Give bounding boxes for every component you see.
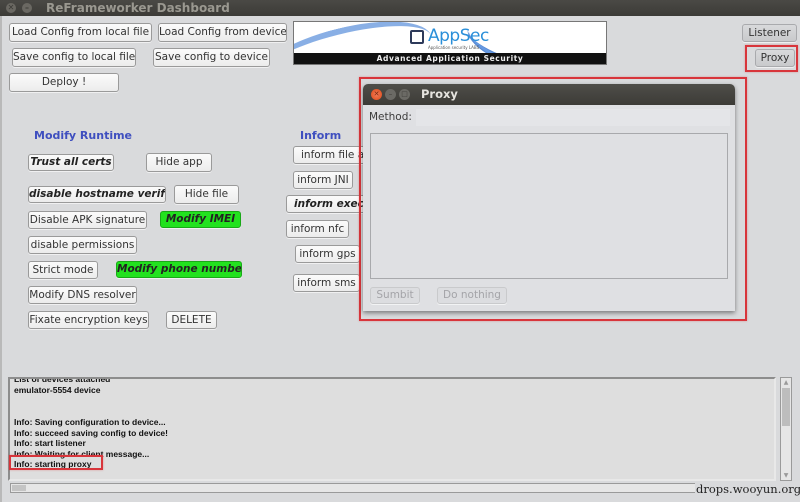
- console-line: List of devices attached: [14, 377, 111, 384]
- console-horizontal-scrollbar[interactable]: [10, 483, 776, 493]
- maximize-icon[interactable]: □: [399, 89, 410, 100]
- deploy-button[interactable]: Deploy !: [9, 73, 119, 92]
- watermark: drops.wooyun.org: [695, 482, 800, 496]
- proxy-dialog-title: Proxy: [421, 87, 458, 101]
- scroll-down-icon[interactable]: ▼: [781, 471, 791, 480]
- close-icon[interactable]: ✕: [371, 89, 382, 100]
- save-config-local-button[interactable]: Save config to local file: [12, 48, 136, 67]
- do-nothing-button[interactable]: Do nothing: [437, 287, 507, 304]
- load-config-local-button[interactable]: Load Config from local file: [9, 23, 152, 42]
- close-icon[interactable]: ✕: [6, 3, 16, 13]
- modify-dns-resolver-button[interactable]: Modify DNS resolver: [28, 286, 137, 304]
- console-line: Info: start listener: [14, 438, 86, 448]
- disable-hostname-verify-button[interactable]: disable hostname verify: [28, 186, 166, 203]
- proxy-dialog: ✕ – □ Proxy Method: Sumbit Do nothing: [363, 84, 735, 311]
- modify-phone-number-button[interactable]: Modify phone number: [116, 261, 242, 278]
- console-line: emulator-5554 device: [14, 385, 101, 395]
- method-input[interactable]: [416, 109, 730, 126]
- window-left-border: [0, 16, 2, 502]
- console-vertical-scrollbar[interactable]: ▲ ▼: [780, 377, 792, 481]
- scrollbar-thumb[interactable]: [782, 388, 790, 426]
- starting-proxy-highlight: [9, 455, 103, 470]
- appsec-banner: AppSec Application security LABS Advance…: [293, 21, 607, 65]
- disable-apk-signature-button[interactable]: Disable APK signature: [28, 211, 147, 229]
- window-title: ReFrameworker Dashboard: [46, 1, 230, 15]
- appsec-logo-text: AppSec: [428, 26, 489, 46]
- hide-file-button[interactable]: Hide file: [174, 185, 239, 204]
- inform-sms-button[interactable]: inform sms: [293, 274, 360, 292]
- hide-app-button[interactable]: Hide app: [146, 153, 212, 172]
- scrollbar-thumb[interactable]: [12, 485, 26, 491]
- delete-button[interactable]: DELETE: [166, 311, 217, 329]
- inform-gps-button[interactable]: inform gps: [295, 245, 360, 263]
- appsec-logo-icon: [410, 30, 424, 44]
- save-config-device-button[interactable]: Save config to device: [153, 48, 270, 67]
- modify-imei-button[interactable]: Modify IMEI: [160, 211, 241, 228]
- scroll-up-icon[interactable]: ▲: [781, 378, 791, 387]
- console-line: Info: Saving configuration to device...: [14, 417, 166, 427]
- inform-heading: Inform: [300, 129, 342, 142]
- method-label: Method:: [369, 111, 412, 123]
- minimize-icon[interactable]: –: [385, 89, 396, 100]
- submit-button[interactable]: Sumbit: [370, 287, 420, 304]
- load-config-device-button[interactable]: Load Config from device: [158, 23, 287, 42]
- banner-tagline: Advanced Application Security: [294, 53, 606, 64]
- proxy-button[interactable]: Proxy: [755, 49, 795, 67]
- appsec-logo-subtitle: Application security LABS: [428, 45, 480, 50]
- strict-mode-button[interactable]: Strict mode: [28, 261, 98, 279]
- fixate-encryption-keys-button[interactable]: Fixate encryption keys: [28, 311, 149, 329]
- inform-nfc-button[interactable]: inform nfc: [286, 220, 349, 238]
- window-titlebar: ✕ – ReFrameworker Dashboard: [0, 0, 800, 16]
- modify-runtime-heading: Modify Runtime: [34, 129, 133, 142]
- disable-permissions-button[interactable]: disable permissions: [28, 236, 137, 254]
- listener-button[interactable]: Listener: [742, 24, 797, 42]
- minimize-icon[interactable]: –: [22, 3, 32, 13]
- trust-all-certs-button[interactable]: Trust all certs: [28, 154, 114, 171]
- inform-jni-button[interactable]: inform JNI: [293, 171, 353, 189]
- console-log[interactable]: List of devices attached emulator-5554 d…: [8, 377, 776, 481]
- proxy-dialog-titlebar[interactable]: ✕ – □ Proxy: [363, 84, 735, 105]
- proxy-body-textarea[interactable]: [370, 133, 728, 279]
